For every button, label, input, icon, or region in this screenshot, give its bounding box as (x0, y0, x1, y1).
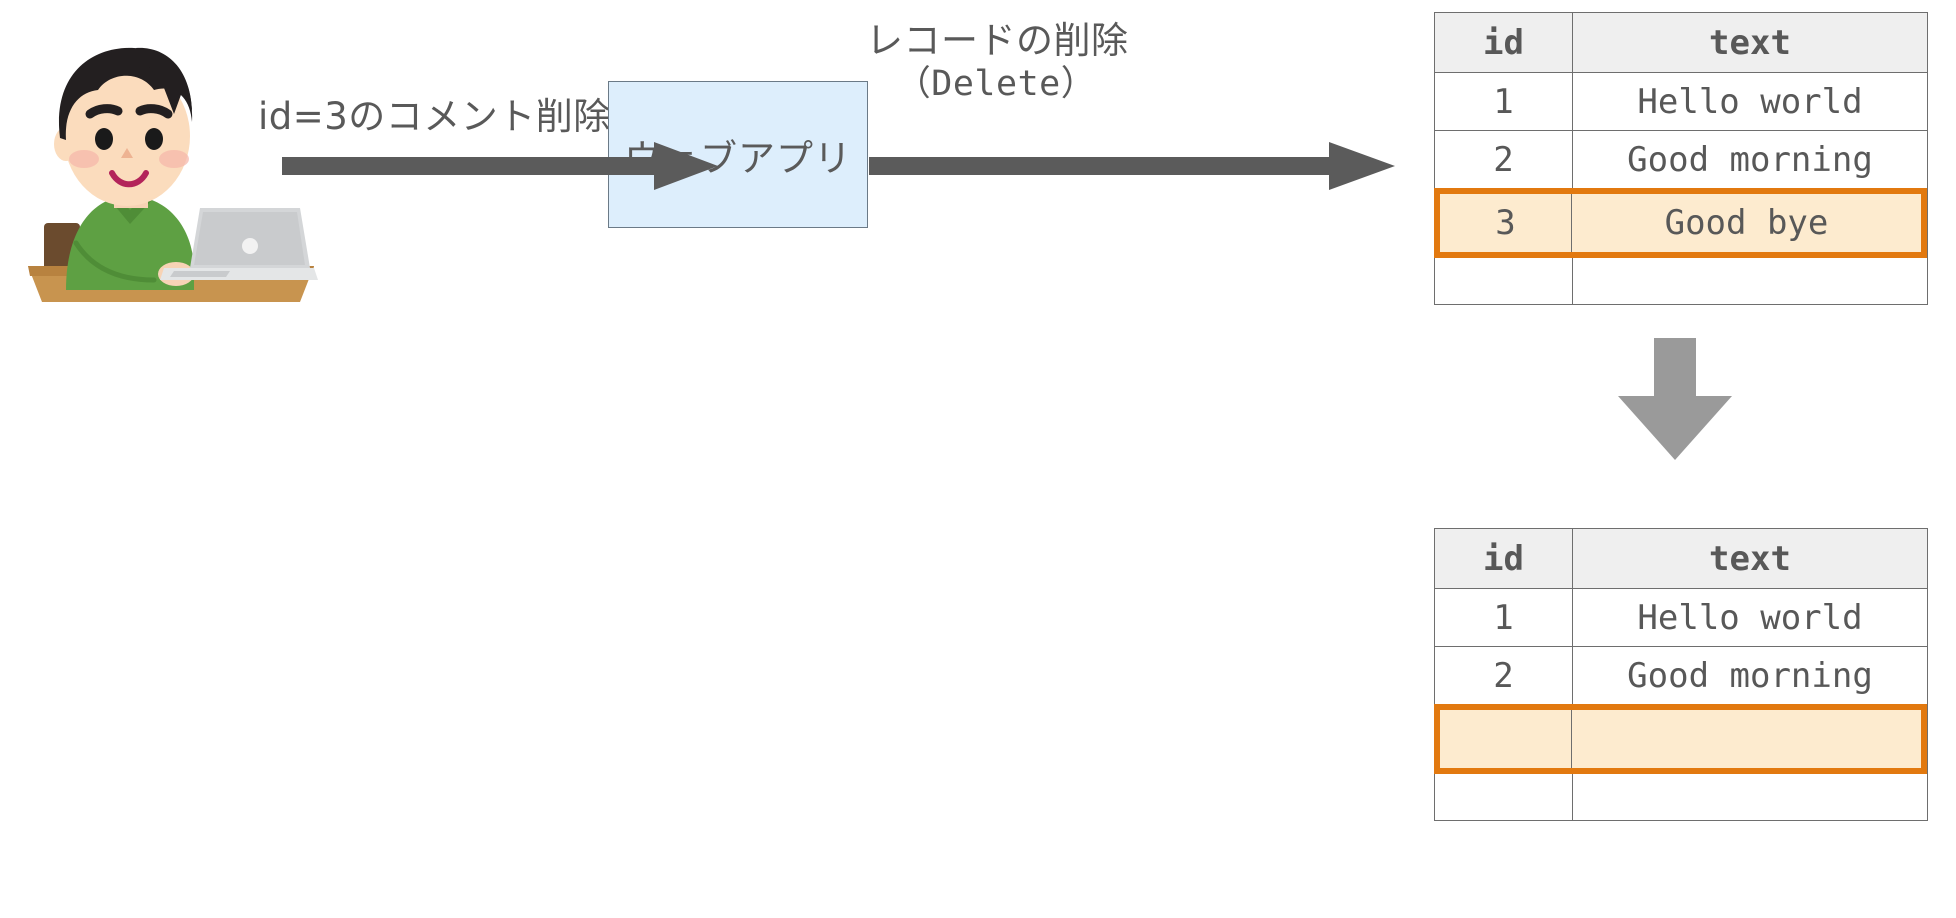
laptop-logo (242, 238, 258, 254)
arrow-down-icon (1610, 330, 1740, 474)
arrow-user-to-app-icon (282, 132, 722, 202)
table-header-row: id text (1434, 528, 1928, 589)
cell-id: 1 (1434, 588, 1573, 647)
table-header-row: id text (1434, 12, 1928, 73)
cell-text (1572, 762, 1928, 821)
table-row-highlighted (1434, 704, 1928, 763)
cell-id: 3 (1434, 188, 1573, 247)
column-header-id: id (1434, 528, 1573, 589)
cell-text (1572, 246, 1928, 305)
cell-id (1434, 704, 1573, 763)
table-before-delete: id text 1 Hello world 2 Good morning 3 G… (1434, 12, 1928, 305)
table-row-highlighted: 3 Good bye (1434, 188, 1928, 247)
cell-text: Good morning (1572, 646, 1928, 705)
cell-text: Good morning (1572, 130, 1928, 189)
eye-left (95, 128, 113, 150)
table-after-delete: id text 1 Hello world 2 Good morning (1434, 528, 1928, 821)
cell-text: Hello world (1572, 588, 1928, 647)
table-row: 1 Hello world (1434, 72, 1928, 131)
cell-id: 2 (1434, 130, 1573, 189)
cell-text (1572, 704, 1928, 763)
table-row: 1 Hello world (1434, 588, 1928, 647)
cell-id: 2 (1434, 646, 1573, 705)
label-record-delete-line2: （Delete） (895, 64, 1097, 105)
arrow-app-to-database-icon (869, 132, 1399, 202)
cell-text: Hello world (1572, 72, 1928, 131)
column-header-text: text (1572, 528, 1928, 589)
eye-right (145, 128, 163, 150)
cell-id (1434, 762, 1573, 821)
column-header-text: text (1572, 12, 1928, 73)
column-header-id: id (1434, 12, 1573, 73)
cell-id: 1 (1434, 72, 1573, 131)
table-row: 2 Good morning (1434, 646, 1928, 705)
cell-text: Good bye (1572, 188, 1928, 247)
table-row-empty (1434, 762, 1928, 821)
label-record-delete-line1: レコードの削除 (866, 19, 1129, 62)
label-record-delete: レコードの削除 （Delete） (866, 18, 1129, 106)
table-row: 2 Good morning (1434, 130, 1928, 189)
table-row-empty (1434, 246, 1928, 305)
cell-id (1434, 246, 1573, 305)
